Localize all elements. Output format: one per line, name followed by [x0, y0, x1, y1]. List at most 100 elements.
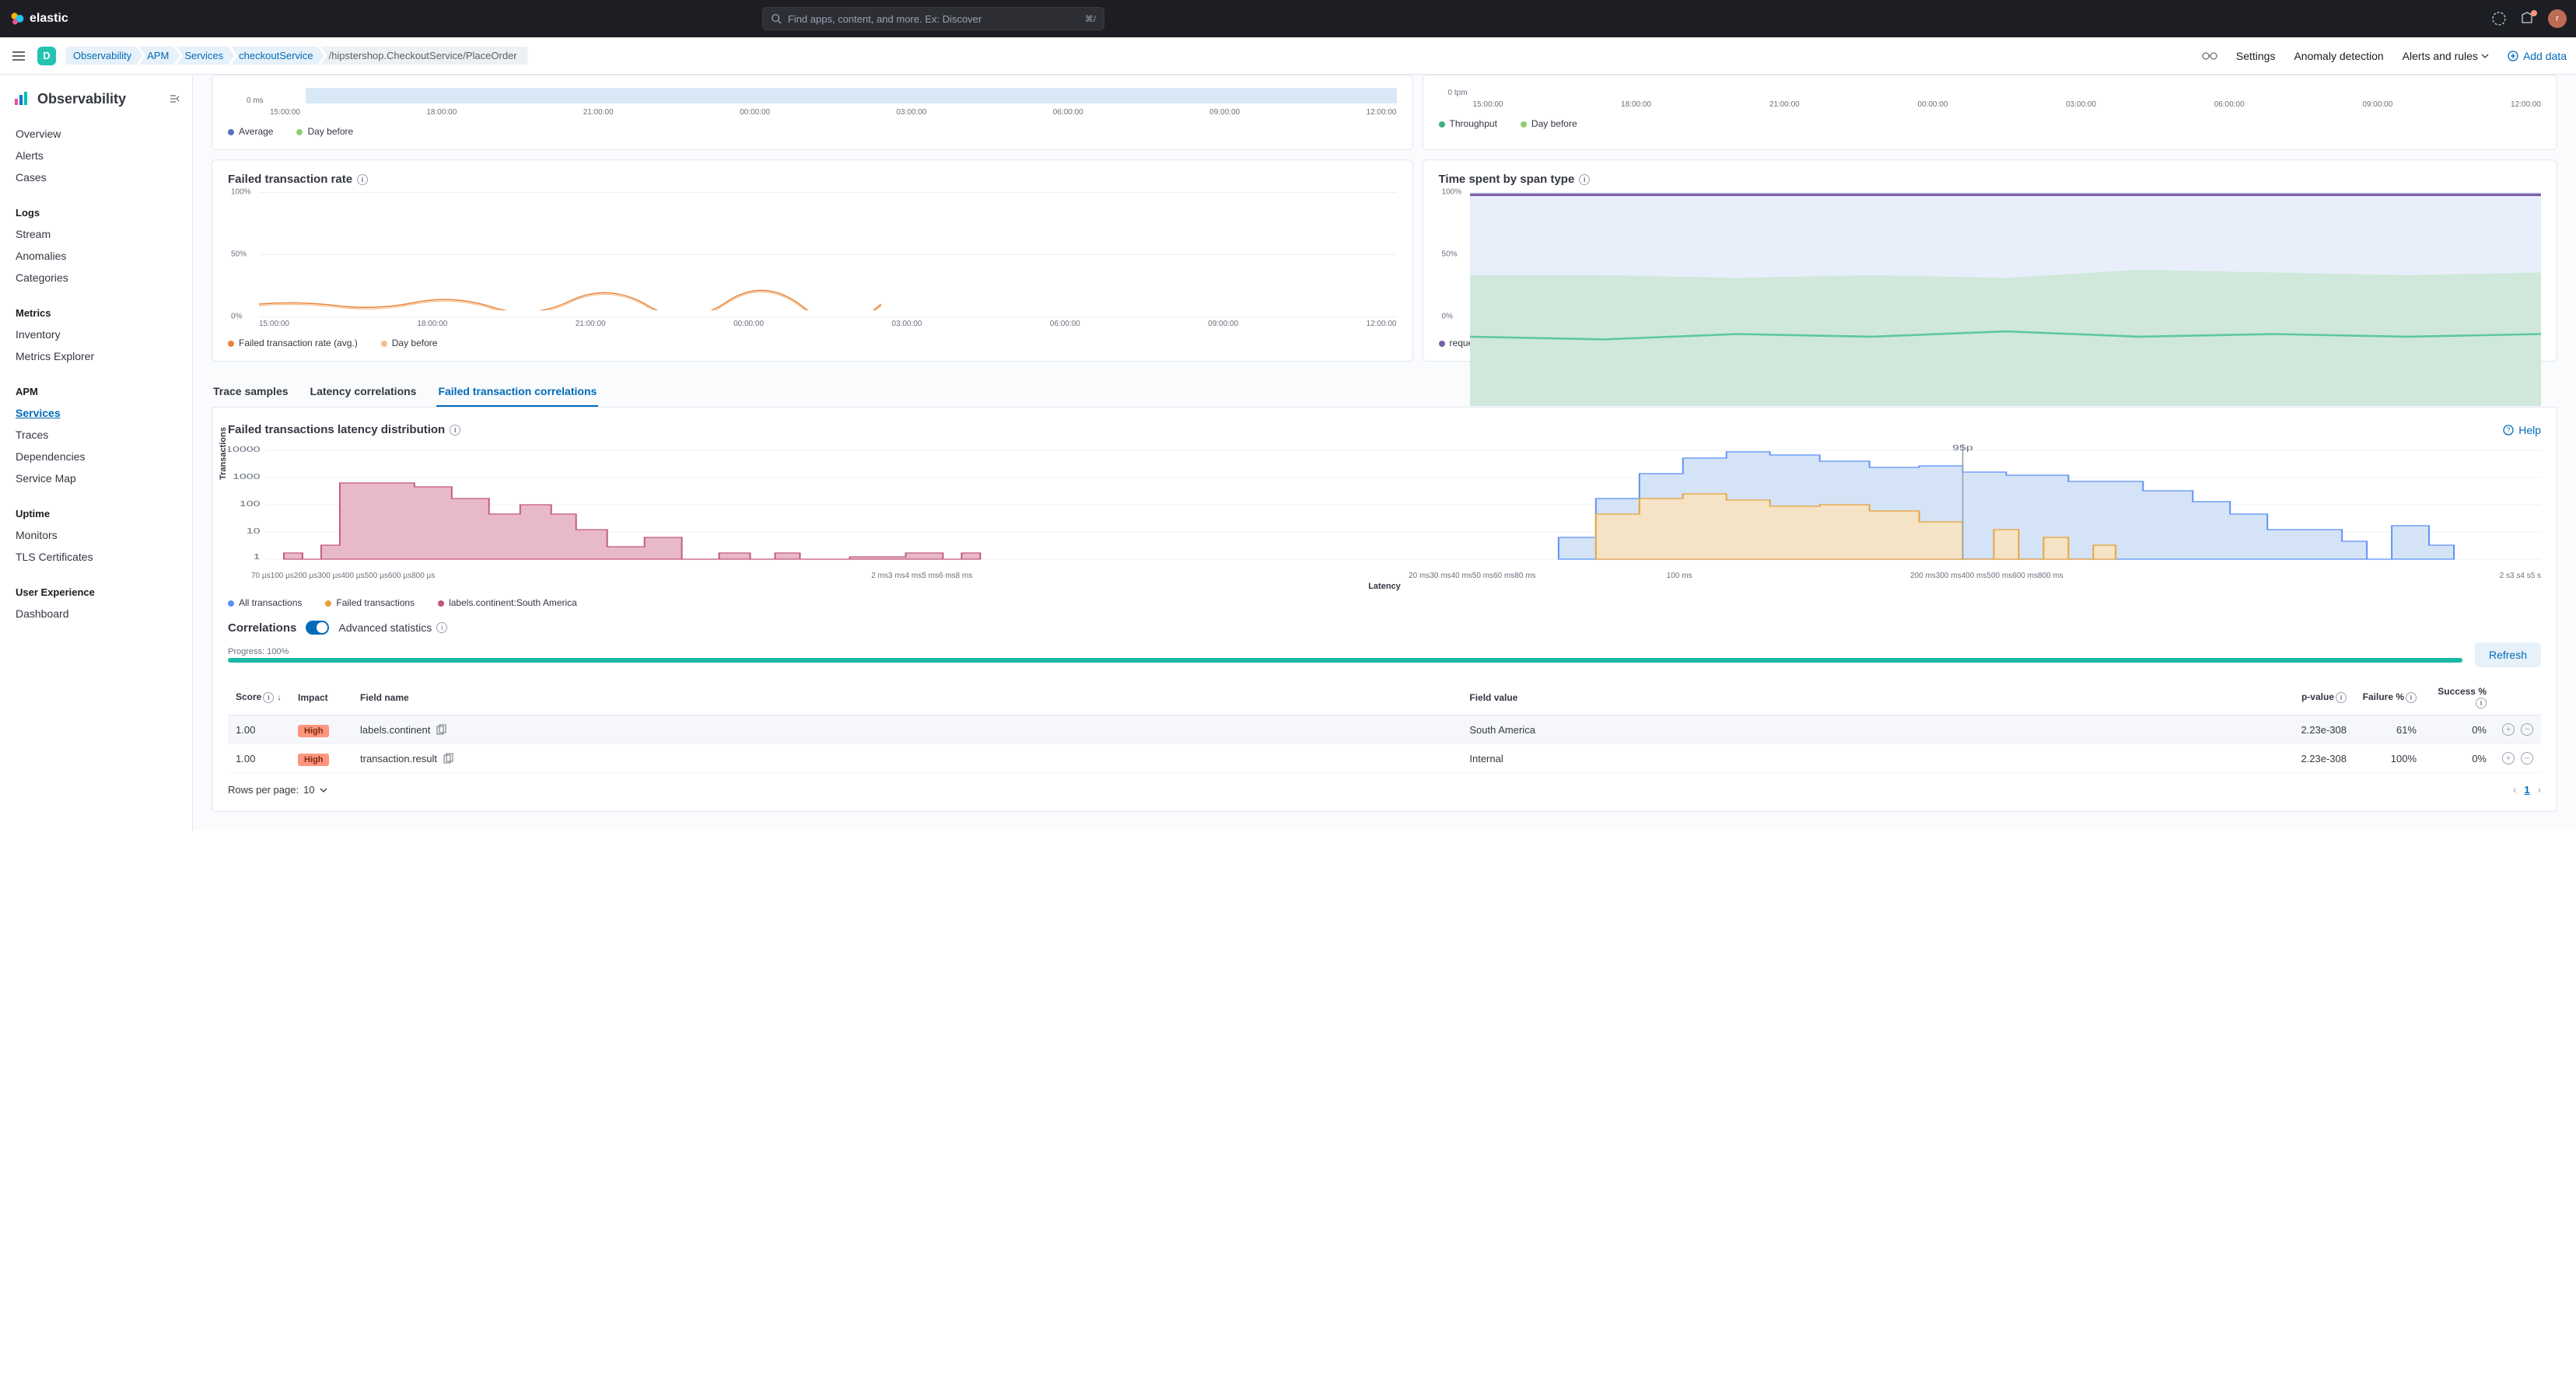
legend-failed-transactions[interactable]: Failed transactions	[325, 597, 415, 608]
settings-link[interactable]: Settings	[2236, 50, 2276, 62]
col-score[interactable]: Scorei↓	[228, 680, 290, 715]
next-page-button[interactable]: ›	[2538, 784, 2541, 796]
refresh-button[interactable]: Refresh	[2475, 642, 2541, 667]
failed-rate-x-axis: 15:00:0018:00:0021:00:0000:00:0003:00:00…	[259, 320, 1397, 328]
sidebar-collapse-icon[interactable]	[169, 93, 180, 104]
nav-heading-ux: User Experience	[0, 580, 192, 603]
distribution-chart[interactable]: Transactions 10000 1000 100 10 1	[228, 444, 2541, 569]
col-impact[interactable]: Impact	[290, 680, 352, 715]
svg-text:1000: 1000	[233, 472, 261, 481]
global-search[interactable]: Find apps, content, and more. Ex: Discov…	[762, 7, 1104, 30]
legend-average[interactable]: Average	[228, 126, 273, 137]
throughput-chart-panel: 0 tpm 15:00:0018:00:0021:00:0000:00:0003…	[1423, 75, 2557, 150]
advanced-stats-label: Advanced statistics	[338, 621, 432, 634]
filter-out-button[interactable]: −	[2521, 723, 2533, 736]
info-icon[interactable]: i	[1579, 174, 1590, 185]
breadcrumb-observability[interactable]: Observability	[65, 47, 142, 65]
nav-heading-metrics: Metrics	[0, 301, 192, 324]
nav-stream[interactable]: Stream	[0, 223, 192, 245]
throughput-mini-chart[interactable]	[1474, 88, 2541, 97]
col-success[interactable]: Success %i	[2424, 680, 2494, 715]
inspect-icon[interactable]	[436, 724, 447, 735]
nav-tls-certs[interactable]: TLS Certificates	[0, 546, 192, 568]
latency-mini-chart[interactable]	[306, 88, 1397, 103]
nav-monitors[interactable]: Monitors	[0, 524, 192, 546]
breadcrumbs: Observability APM Services checkoutServi…	[65, 47, 528, 65]
pagination: ‹ 1 ›	[2513, 784, 2541, 796]
help-link[interactable]: ?Help	[2503, 424, 2541, 436]
tab-trace-samples[interactable]: Trace samples	[212, 377, 290, 407]
advanced-stats-toggle[interactable]	[306, 621, 329, 635]
legend-fail-avg[interactable]: Failed transaction rate (avg.)	[228, 338, 358, 348]
nav-inventory[interactable]: Inventory	[0, 324, 192, 345]
filter-in-button[interactable]: +	[2502, 723, 2515, 736]
filter-out-button[interactable]: −	[2521, 752, 2533, 764]
nav-traces[interactable]: Traces	[0, 424, 192, 446]
inspector-icon[interactable]	[2202, 51, 2217, 61]
info-icon[interactable]: i	[436, 622, 447, 633]
breadcrumb-apm[interactable]: APM	[139, 47, 180, 65]
breadcrumb-checkoutservice[interactable]: checkoutService	[231, 47, 324, 65]
nav-metrics-explorer[interactable]: Metrics Explorer	[0, 345, 192, 367]
filter-in-button[interactable]: +	[2502, 752, 2515, 764]
nav-services[interactable]: Services	[0, 402, 192, 424]
svg-text:?: ?	[2507, 426, 2511, 434]
nav-anomalies[interactable]: Anomalies	[0, 245, 192, 267]
alerts-rules-dropdown[interactable]: Alerts and rules	[2403, 50, 2489, 62]
user-avatar[interactable]: r	[2548, 9, 2567, 28]
distribution-panel: Failed transactions latency distribution…	[212, 408, 2557, 812]
span-type-chart[interactable]: 100% 50% 0%	[1470, 192, 2541, 317]
info-icon: i	[2476, 698, 2487, 708]
progress-label: Progress: 100%	[228, 647, 2462, 656]
legend-day-before-2[interactable]: Day before	[1521, 118, 1577, 129]
nav-alerts[interactable]: Alerts	[0, 145, 192, 166]
newsfeed-icon[interactable]	[2520, 12, 2534, 26]
distribution-x-axis: 70 µs100 µs200 µs300 µs400 µs500 µs600 µ…	[251, 572, 2541, 580]
legend-throughput[interactable]: Throughput	[1439, 118, 1497, 129]
col-failure[interactable]: Failure %i	[2354, 680, 2424, 715]
failed-rate-title: Failed transaction rate	[228, 173, 352, 186]
failed-rate-chart[interactable]: 100% 50% 0%	[259, 192, 1397, 317]
legend-fail-day-before[interactable]: Day before	[381, 338, 438, 348]
breadcrumb-services[interactable]: Services	[177, 47, 234, 65]
latency-x-axis: 15:00:0018:00:0021:00:0000:00:0003:00:00…	[270, 108, 1397, 117]
info-icon[interactable]: i	[357, 174, 368, 185]
inspect-icon[interactable]	[443, 753, 454, 764]
latency-legend: Average Day before	[228, 126, 1397, 137]
tab-latency-correlations[interactable]: Latency correlations	[309, 377, 418, 407]
legend-day-before[interactable]: Day before	[296, 126, 353, 137]
search-icon	[771, 13, 782, 24]
latency-chart-panel: 0 ms 15:00:0018:00:0021:00:0000:00:0003:…	[212, 75, 1413, 150]
nav-dashboard[interactable]: Dashboard	[0, 603, 192, 625]
col-field-value[interactable]: Field value	[1461, 680, 2284, 715]
elastic-logo-icon	[9, 11, 25, 26]
table-row[interactable]: 1.00 High transaction.result Internal 2.…	[228, 744, 2541, 773]
col-field-name[interactable]: Field name	[352, 680, 1461, 715]
space-badge[interactable]: D	[37, 47, 56, 65]
throughput-legend: Throughput Day before	[1439, 118, 2541, 129]
correlations-table: Scorei↓ Impact Field name Field value p-…	[228, 680, 2541, 773]
legend-south-america[interactable]: labels.continent:South America	[438, 597, 577, 608]
prev-page-button[interactable]: ‹	[2513, 784, 2516, 796]
add-data-link[interactable]: Add data	[2508, 50, 2567, 62]
nav-dependencies[interactable]: Dependencies	[0, 446, 192, 467]
help-icon[interactable]	[2492, 12, 2506, 26]
nav-categories[interactable]: Categories	[0, 267, 192, 289]
notification-dot	[2531, 10, 2537, 16]
sidebar: Observability Overview Alerts Cases Logs…	[0, 75, 193, 831]
nav-overview[interactable]: Overview	[0, 123, 192, 145]
legend-all-transactions[interactable]: All transactions	[228, 597, 302, 608]
svg-text:100: 100	[240, 499, 261, 508]
nav-service-map[interactable]: Service Map	[0, 467, 192, 489]
nav-cases[interactable]: Cases	[0, 166, 192, 188]
svg-text:1: 1	[254, 552, 261, 561]
tab-failed-correlations[interactable]: Failed transaction correlations	[436, 377, 598, 407]
brand-logo[interactable]: elastic	[9, 11, 68, 26]
col-pvalue[interactable]: p-valuei	[2284, 680, 2354, 715]
info-icon[interactable]: i	[450, 425, 460, 436]
rows-per-page-select[interactable]: Rows per page: 10	[228, 784, 327, 796]
anomaly-detection-link[interactable]: Anomaly detection	[2294, 50, 2383, 62]
table-row[interactable]: 1.00 High labels.continent South America…	[228, 715, 2541, 744]
page-1-button[interactable]: 1	[2524, 784, 2529, 796]
nav-toggle-button[interactable]	[9, 47, 28, 65]
